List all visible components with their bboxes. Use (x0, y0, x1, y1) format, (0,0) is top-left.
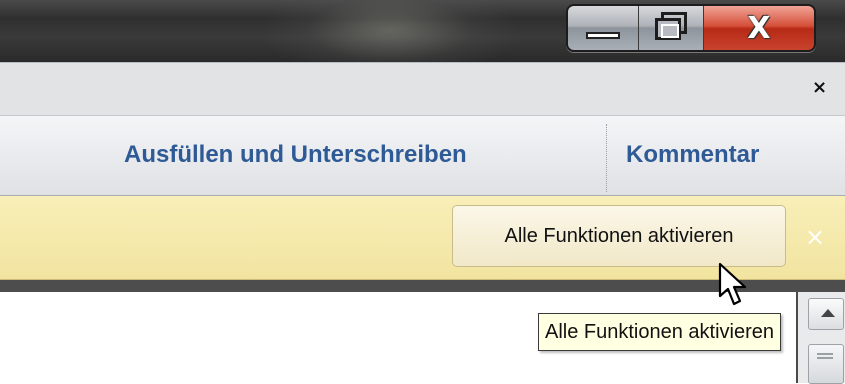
enable-all-features-button[interactable]: Alle Funktionen aktivieren (452, 205, 786, 267)
minimize-icon (586, 32, 620, 39)
mouse-cursor-icon (718, 262, 747, 306)
title-bar-glow (260, 0, 520, 62)
window-title-bar: X (0, 0, 845, 62)
tools-pane-bar: Ausfüllen und Unterschreiben Kommentar (0, 116, 845, 196)
close-icon: X (747, 10, 771, 46)
message-bar-close-icon[interactable]: × (805, 223, 825, 251)
comment-link[interactable]: Kommentar (626, 141, 759, 169)
close-window-button[interactable]: X (704, 6, 814, 50)
scroll-up-button[interactable] (808, 298, 844, 330)
fill-and-sign-link[interactable]: Ausfüllen und Unterschreiben (124, 141, 467, 169)
close-tab-icon[interactable]: × (812, 77, 827, 98)
tooltip: Alle Funktionen aktivieren (538, 313, 782, 351)
restore-button[interactable] (639, 6, 704, 50)
document-tab-strip: × (0, 62, 845, 116)
tools-separator (606, 124, 607, 192)
restore-icon-front (655, 18, 681, 40)
scroll-thumb[interactable] (808, 344, 844, 384)
minimize-button[interactable] (568, 6, 639, 50)
window-caption-buttons: X (566, 4, 816, 52)
vertical-scrollbar[interactable] (796, 292, 845, 384)
